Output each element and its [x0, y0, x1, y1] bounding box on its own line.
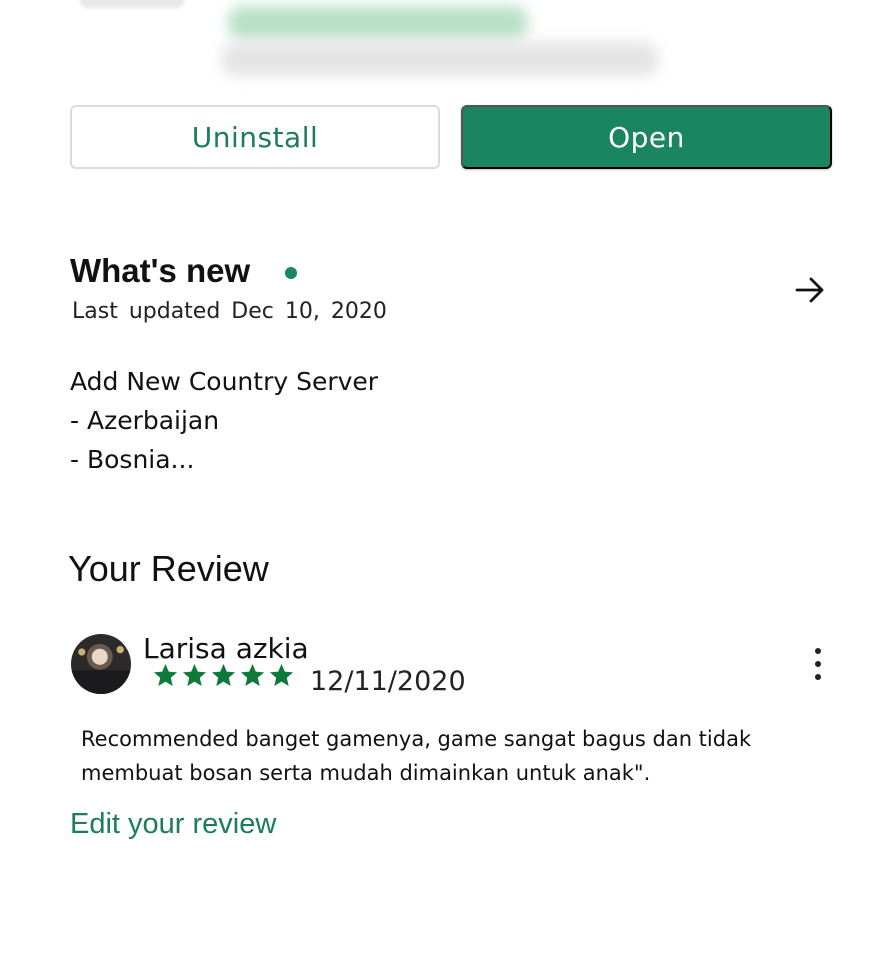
whats-new-notes: Add New Country Server - Azerbaijan - Bo… — [70, 362, 378, 479]
whats-new-note: Add New Country Server — [70, 367, 379, 396]
review-text-line: membuat bosan serta mudah dimainkan untu… — [81, 761, 651, 785]
more-dot — [815, 674, 821, 680]
your-review-title: Your Review — [68, 548, 269, 589]
open-button[interactable]: Open — [461, 105, 832, 169]
review-date: 12/11/2020 — [310, 666, 466, 697]
blurred-app-title — [228, 6, 528, 40]
star-icon — [153, 664, 178, 686]
uninstall-button[interactable]: Uninstall — [70, 105, 440, 169]
avatar — [71, 634, 131, 694]
review-text: Recommended banget gamenya, game sangat … — [81, 722, 801, 790]
reviewer-name: Larisa azkia — [143, 632, 309, 665]
star-icon — [211, 664, 236, 686]
star-icon — [240, 664, 265, 686]
blurred-app-subtitle — [222, 42, 658, 76]
whats-new-note: - Azerbaijan — [70, 406, 220, 435]
star-icon — [269, 664, 294, 686]
whats-new-title: What's new — [70, 252, 251, 289]
app-detail-page: Uninstall Open What's new Last updated D… — [0, 0, 886, 960]
review-text-line: Recommended banget gamenya, game sangat … — [81, 727, 752, 751]
star-rating — [152, 662, 295, 689]
edit-review-link[interactable]: Edit your review — [70, 808, 276, 841]
arrow-right-icon[interactable] — [793, 274, 827, 306]
blurred-header-chip — [80, 0, 184, 8]
more-vert-icon[interactable] — [808, 648, 828, 680]
last-updated-text: Last updated Dec 10, 2020 — [72, 299, 387, 324]
whats-new-note: - Bosnia... — [70, 445, 195, 474]
more-dot — [815, 661, 821, 667]
more-dot — [815, 648, 821, 654]
star-icon — [182, 664, 207, 686]
new-indicator-dot — [285, 267, 297, 279]
